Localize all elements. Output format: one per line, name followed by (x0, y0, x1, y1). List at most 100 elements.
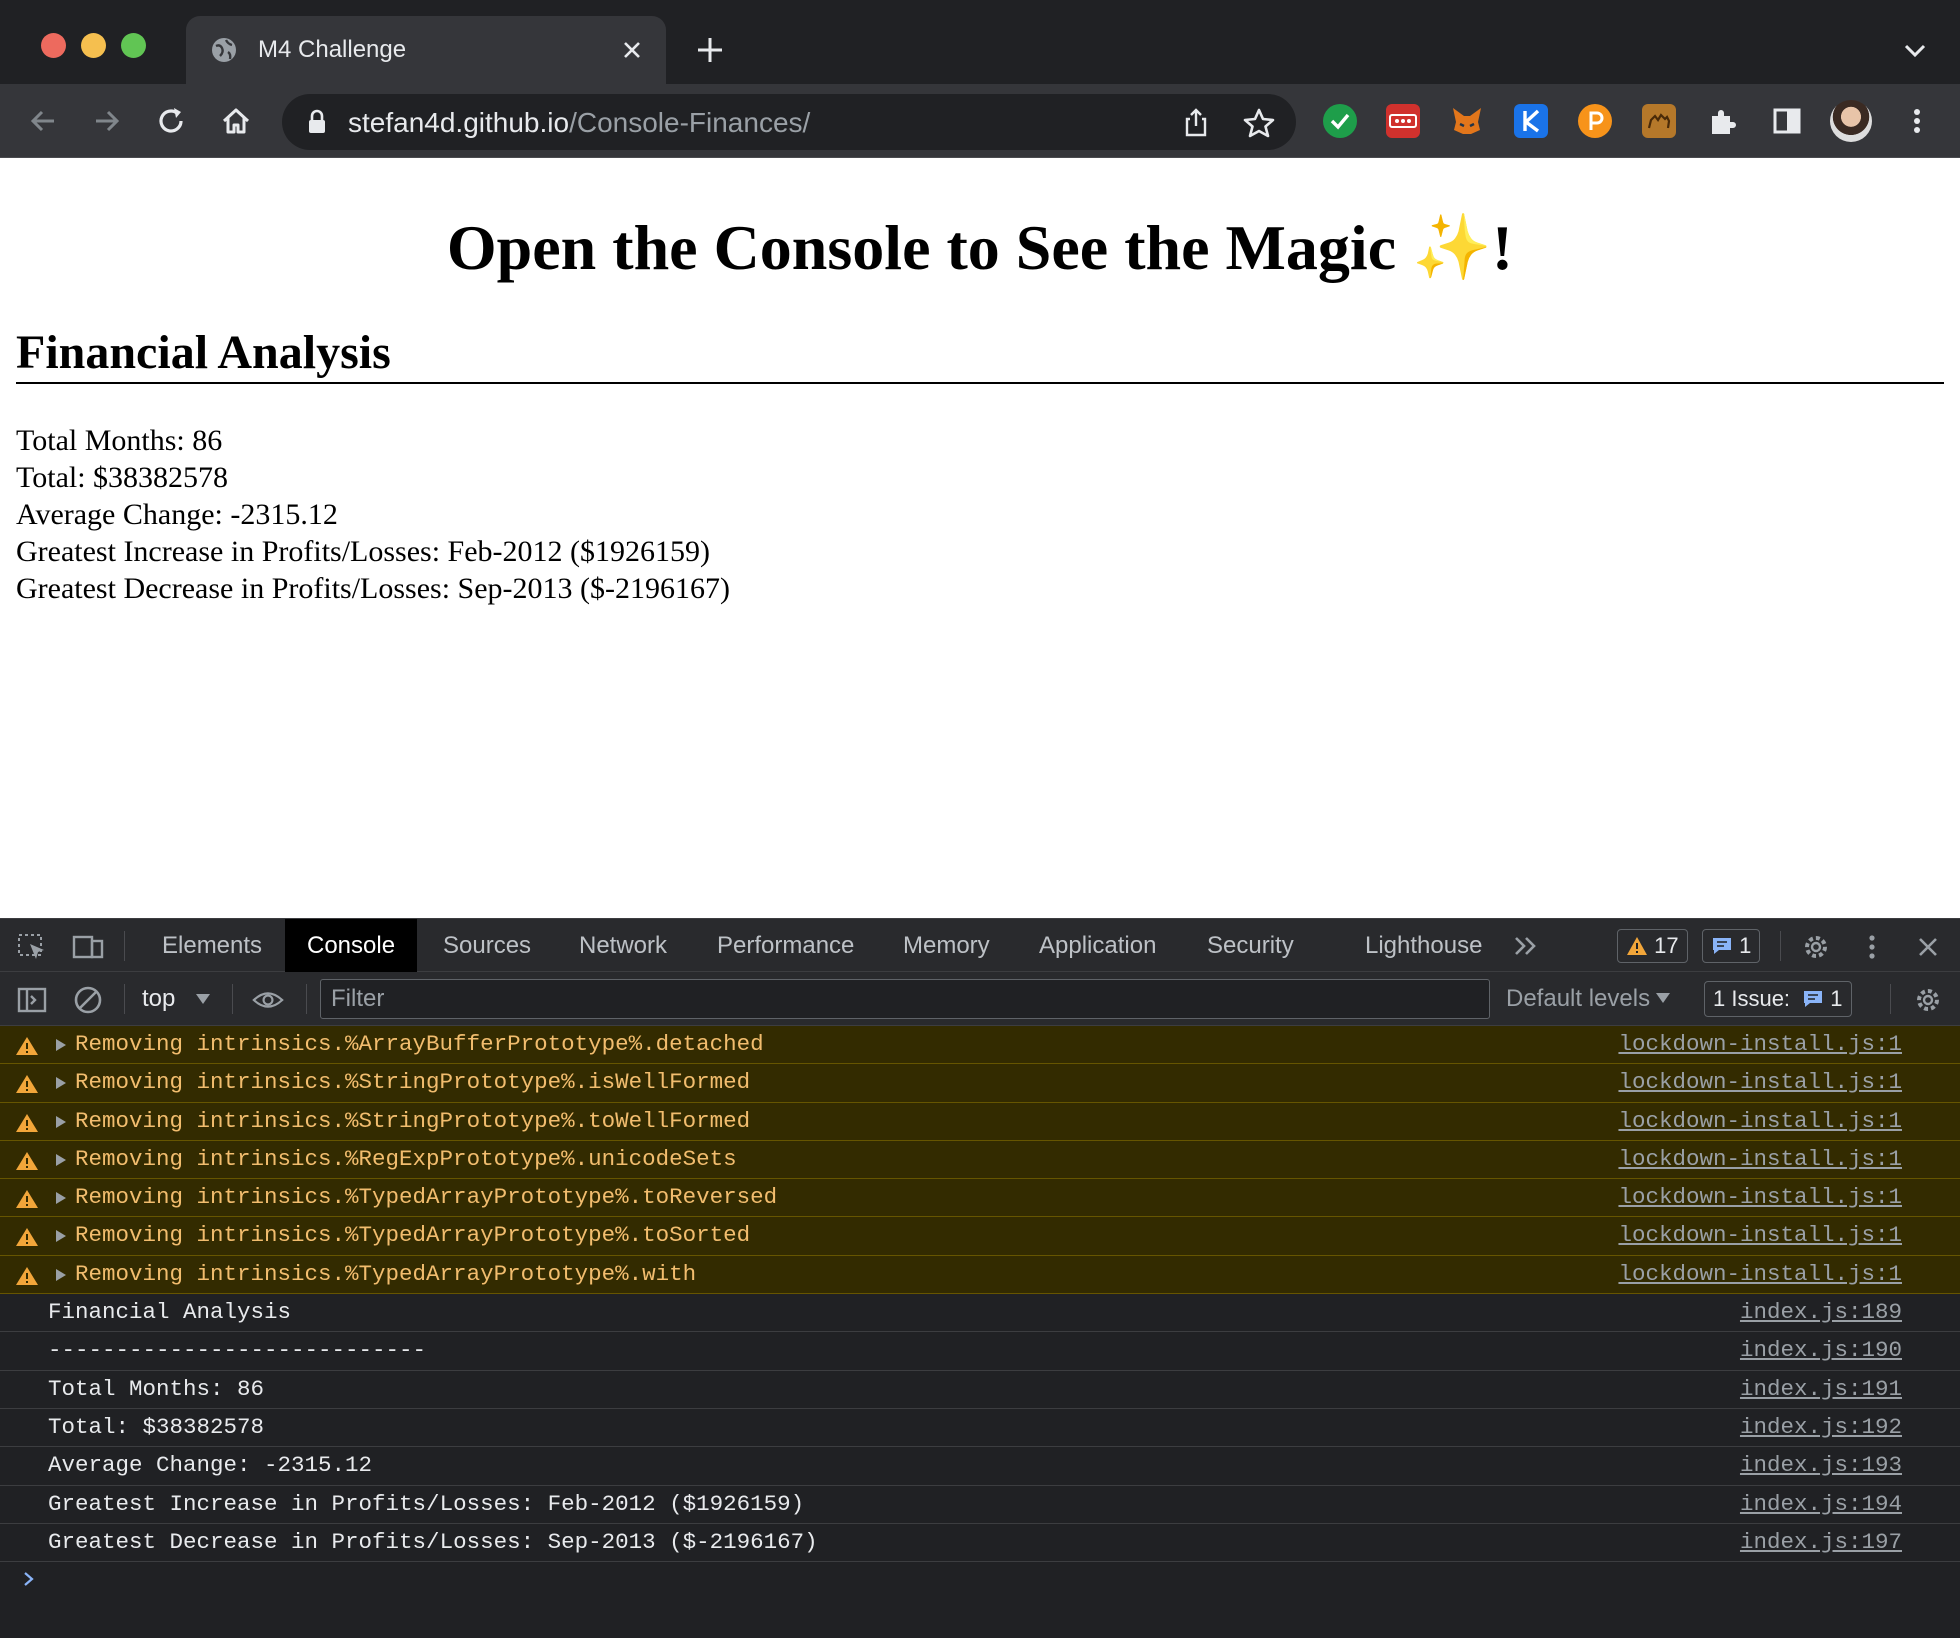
console-source-link[interactable]: index.js:190 (1740, 1332, 1902, 1369)
console-log-row[interactable]: Total Months: 86 index.js:191 (0, 1371, 1960, 1409)
console-warning-row[interactable]: Removing intrinsics.%RegExpPrototype%.un… (0, 1140, 1960, 1180)
console-warning-row[interactable]: Removing intrinsics.%StringPrototype%.is… (0, 1064, 1960, 1103)
log-levels-label: Default levels (1506, 985, 1651, 1012)
new-tab-icon[interactable] (694, 34, 726, 66)
home-icon[interactable] (217, 102, 255, 140)
extension-password-icon[interactable] (1386, 104, 1420, 138)
more-tabs-icon[interactable] (1512, 934, 1542, 958)
console-source-link[interactable]: index.js:192 (1740, 1409, 1902, 1446)
console-message-text: Removing intrinsics.%TypedArrayPrototype… (75, 1184, 778, 1211)
console-source-link[interactable]: index.js:197 (1740, 1524, 1902, 1561)
console-message-text: Average Change: -2315.12 (48, 1452, 373, 1479)
toolbar-separator (232, 984, 233, 1014)
console-log-row[interactable]: ---------------------------- index.js:190 (0, 1332, 1960, 1371)
extension-camel-icon[interactable] (1642, 104, 1676, 138)
console-log-row[interactable]: Greatest Decrease in Profits/Losses: Sep… (0, 1524, 1960, 1563)
forward-arrow-icon[interactable] (88, 102, 126, 140)
total-months-line: Total Months: 86 (16, 424, 223, 457)
console-source-link[interactable]: lockdown-install.js:1 (1618, 1103, 1902, 1140)
log-levels-dropdown[interactable]: Default levels (1506, 984, 1671, 1014)
console-warning-row[interactable]: Removing intrinsics.%TypedArrayPrototype… (0, 1179, 1960, 1218)
tab-security[interactable]: Security (1185, 919, 1316, 973)
side-panel-icon[interactable] (1770, 104, 1804, 138)
share-icon[interactable] (1180, 106, 1212, 138)
close-devtools-icon[interactable] (1912, 932, 1944, 962)
console-source-link[interactable]: lockdown-install.js:1 (1618, 1179, 1902, 1216)
console-warning-row[interactable]: Removing intrinsics.%TypedArrayPrototype… (0, 1217, 1960, 1256)
context-selector[interactable]: top (142, 984, 175, 1014)
address-bar[interactable]: stefan4d.github.io/Console-Finances/ (282, 94, 1296, 150)
browser-tab[interactable]: M4 Challenge (186, 16, 666, 84)
tab-performance[interactable]: Performance (695, 919, 876, 973)
console-log-row[interactable]: Average Change: -2315.12 index.js:193 (0, 1447, 1960, 1486)
console-log-row[interactable]: Total: $38382578 index.js:192 (0, 1409, 1960, 1448)
expand-triangle-icon[interactable] (56, 1153, 66, 1166)
tab-network[interactable]: Network (557, 919, 689, 973)
inspect-element-icon[interactable] (16, 932, 48, 962)
device-toolbar-icon[interactable] (72, 932, 104, 962)
close-window-button[interactable] (41, 33, 66, 58)
tab-application[interactable]: Application (1017, 919, 1178, 973)
console-source-link[interactable]: lockdown-install.js:1 (1618, 1064, 1902, 1101)
bookmark-star-icon[interactable] (1242, 106, 1276, 140)
console-message-text: Removing intrinsics.%StringPrototype%.to… (75, 1107, 751, 1134)
tab-lighthouse[interactable]: Lighthouse (1343, 919, 1504, 973)
tab-console[interactable]: Console (285, 919, 418, 973)
console-source-link[interactable]: lockdown-install.js:1 (1618, 1217, 1902, 1254)
sidebar-toggle-icon[interactable] (16, 985, 48, 1015)
warning-icon (1627, 937, 1647, 955)
warning-icon (16, 1266, 38, 1285)
browser-menu-icon[interactable] (1900, 104, 1934, 138)
tab-sources[interactable]: Sources (421, 919, 553, 973)
expand-triangle-icon[interactable] (56, 1230, 66, 1243)
expand-triangle-icon[interactable] (56, 1268, 66, 1281)
close-tab-icon[interactable] (620, 38, 644, 62)
console-source-link[interactable]: lockdown-install.js:1 (1618, 1141, 1902, 1178)
console-source-link[interactable]: lockdown-install.js:1 (1618, 1026, 1902, 1063)
back-arrow-icon[interactable] (24, 102, 62, 140)
messages-count: 1 (1739, 933, 1752, 958)
extension-k-icon[interactable] (1514, 104, 1548, 138)
console-warning-row[interactable]: Removing intrinsics.%TypedArrayPrototype… (0, 1255, 1960, 1295)
eye-icon[interactable] (252, 985, 284, 1015)
warnings-badge[interactable]: 17 (1617, 929, 1688, 963)
console-log-row[interactable]: Greatest Increase in Profits/Losses: Feb… (0, 1486, 1960, 1524)
page-title: Open the Console to See the Magic ✨! (0, 208, 1960, 288)
settings-gear-icon[interactable] (1800, 932, 1832, 962)
console-warning-row[interactable]: Removing intrinsics.%ArrayBufferPrototyp… (0, 1026, 1960, 1065)
devtools-menu-icon[interactable] (1856, 932, 1888, 962)
url-host: stefan4d.github.io (348, 107, 570, 138)
expand-triangle-icon[interactable] (56, 1192, 66, 1205)
reload-icon[interactable] (153, 102, 191, 140)
extension-coin-icon[interactable] (1578, 104, 1612, 138)
tab-memory[interactable]: Memory (881, 919, 1012, 973)
toolbar-separator (124, 931, 125, 961)
console-source-link[interactable]: lockdown-install.js:1 (1618, 1256, 1902, 1293)
extensions-puzzle-icon[interactable] (1706, 104, 1740, 138)
profile-avatar[interactable] (1830, 100, 1872, 142)
console-warning-row[interactable]: Removing intrinsics.%StringPrototype%.to… (0, 1102, 1960, 1141)
tab-elements[interactable]: Elements (140, 919, 284, 973)
maximize-window-button[interactable] (121, 33, 146, 58)
console-source-link[interactable]: index.js:191 (1740, 1371, 1902, 1408)
lock-icon[interactable] (304, 108, 330, 136)
expand-triangle-icon[interactable] (56, 1115, 66, 1128)
console-settings-gear-icon[interactable] (1912, 985, 1944, 1015)
clear-console-icon[interactable] (72, 985, 104, 1015)
extension-check-icon[interactable] (1323, 104, 1357, 138)
chevron-down-icon[interactable] (1902, 40, 1928, 60)
expand-triangle-icon[interactable] (56, 1039, 66, 1051)
console-source-link[interactable]: index.js:193 (1740, 1447, 1902, 1484)
console-source-link[interactable]: index.js:189 (1740, 1294, 1902, 1331)
console-prompt[interactable] (0, 1562, 1960, 1600)
console-filter-input[interactable] (320, 979, 1490, 1019)
extension-fox-icon[interactable] (1450, 104, 1484, 138)
minimize-window-button[interactable] (81, 33, 106, 58)
issues-button[interactable]: 1 Issue: 1 (1704, 981, 1852, 1017)
context-dropdown-arrow-icon[interactable] (196, 994, 210, 1004)
messages-badge[interactable]: 1 (1702, 929, 1761, 963)
expand-triangle-icon[interactable] (56, 1077, 66, 1090)
console-source-link[interactable]: index.js:194 (1740, 1486, 1902, 1523)
console-messages: Removing intrinsics.%ArrayBufferPrototyp… (0, 1026, 1960, 1600)
console-log-row[interactable]: Financial Analysis index.js:189 (0, 1294, 1960, 1333)
